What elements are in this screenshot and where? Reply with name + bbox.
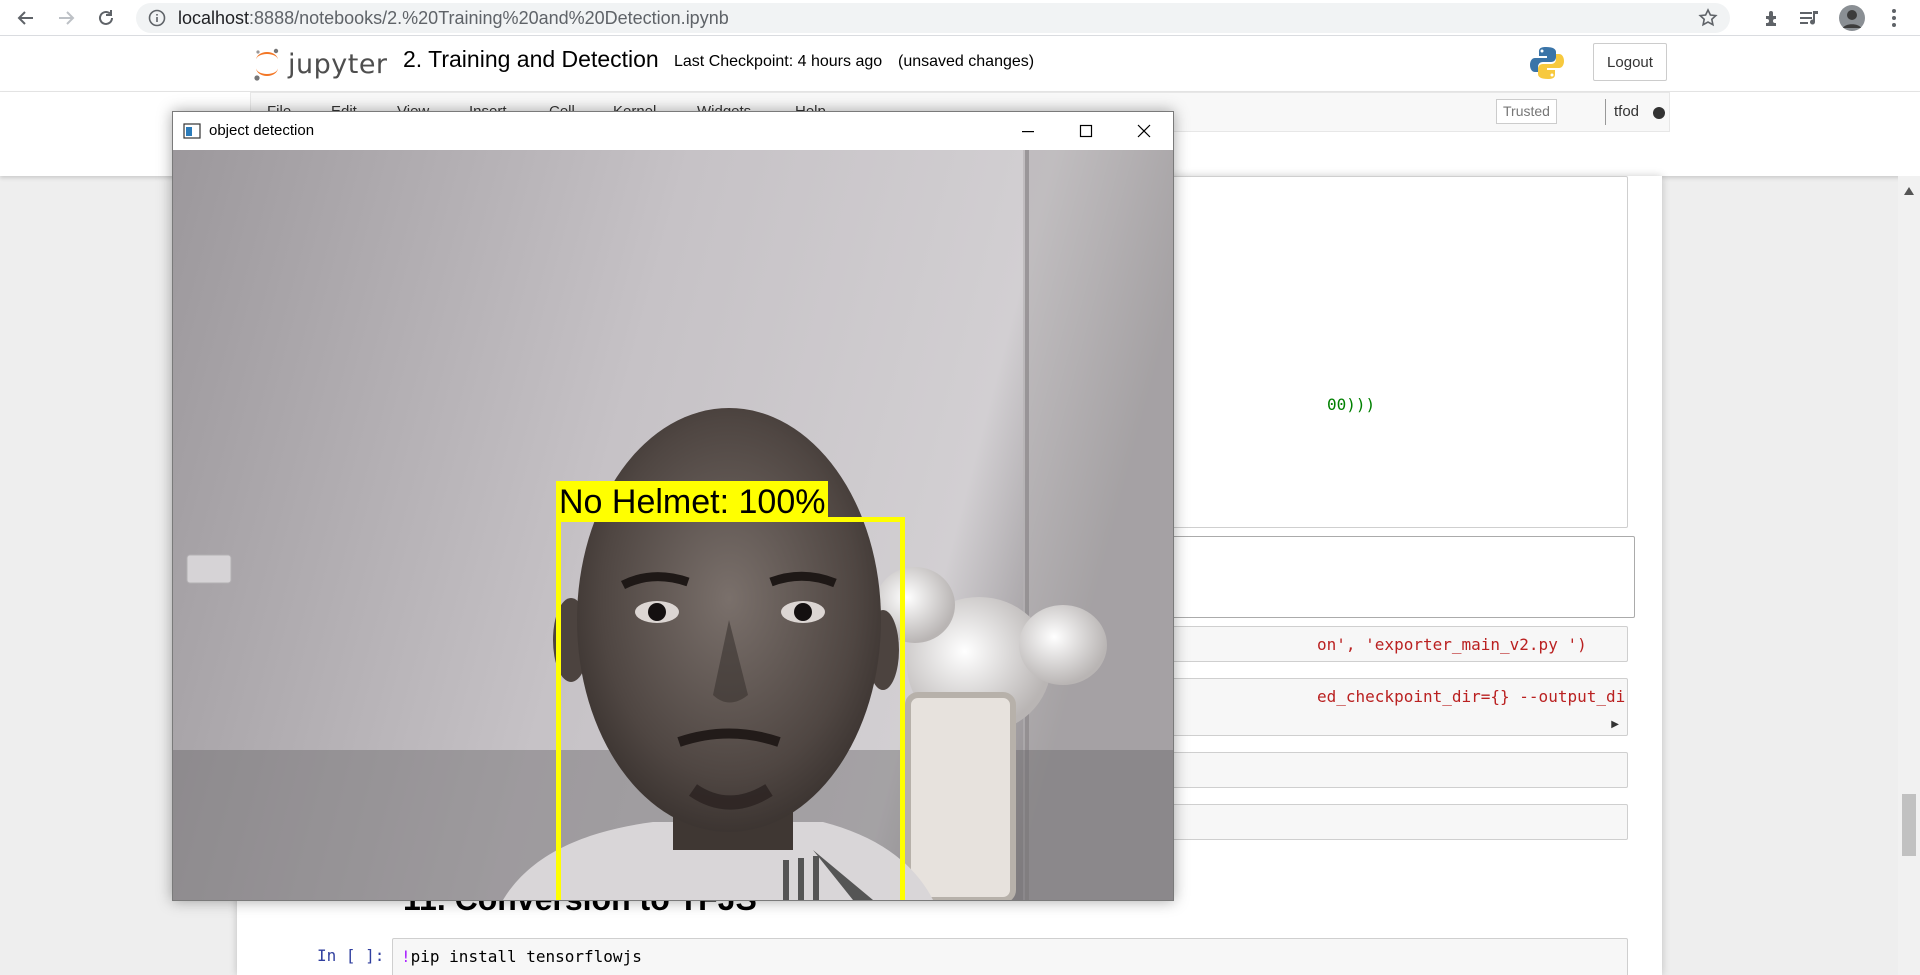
jupyter-logo-text: jupyter: [288, 48, 388, 80]
object-detection-window[interactable]: object detection No Helmet: 100%: [172, 111, 1174, 901]
checkpoint-status: Last Checkpoint: 4 hours ago: [674, 53, 883, 70]
kernel-separator: [1605, 99, 1606, 125]
jupyter-logo-icon: [254, 48, 279, 81]
code-number-fragment: 00))): [1327, 395, 1376, 414]
star-icon[interactable]: [1698, 8, 1718, 33]
unsaved-status: (unsaved changes): [898, 53, 1035, 70]
url-text: localhost:8888/notebooks/2.%20Training%2…: [178, 8, 729, 28]
browser-toolbar: localhost:8888/notebooks/2.%20Training%2…: [0, 0, 1920, 36]
maximize-icon[interactable]: [1057, 112, 1115, 150]
code-line: ed_checkpoint_dir={} --output_directory=…: [1317, 687, 1627, 706]
reload-icon[interactable]: [92, 4, 120, 32]
window-app-icon: [183, 123, 201, 144]
minimize-icon[interactable]: [999, 112, 1057, 150]
kernel-status-icon: [1653, 107, 1665, 119]
code-line: !pip install tensorflowjs: [401, 947, 642, 966]
python-logo-icon: [1528, 44, 1566, 82]
window-title: object detection: [209, 122, 315, 139]
info-icon[interactable]: [148, 9, 166, 32]
back-icon[interactable]: [12, 4, 40, 32]
code-cell-pip[interactable]: !pip install tensorflowjs: [392, 938, 1628, 975]
trusted-indicator[interactable]: Trusted: [1496, 99, 1557, 124]
webcam-frame: No Helmet: 100%: [173, 150, 1173, 900]
kernel-name[interactable]: tfod: [1614, 103, 1639, 120]
cell-prompt: In [ ]:: [317, 946, 385, 965]
page-scrollbar[interactable]: [1898, 176, 1920, 975]
scroll-up-icon[interactable]: [1904, 182, 1914, 200]
jupyter-header: jupyter 2. Training and Detection Last C…: [0, 36, 1920, 92]
window-titlebar[interactable]: object detection: [173, 112, 1173, 150]
profile-avatar[interactable]: [1838, 4, 1866, 32]
logout-button[interactable]: Logout: [1593, 43, 1667, 81]
detection-bounding-box: [556, 517, 905, 900]
media-icon[interactable]: [1796, 4, 1824, 32]
kebab-menu-icon[interactable]: [1880, 4, 1908, 32]
extensions-icon[interactable]: [1758, 4, 1786, 32]
code-line: on', 'exporter_main_v2.py '): [1317, 635, 1587, 654]
code-line: 00))): [1327, 395, 1375, 414]
address-bar[interactable]: localhost:8888/notebooks/2.%20Training%2…: [136, 3, 1730, 33]
scroll-right-icon[interactable]: ▶: [1611, 719, 1619, 730]
scrollbar-thumb[interactable]: [1902, 794, 1916, 856]
close-icon[interactable]: [1115, 112, 1173, 150]
detection-label: No Helmet: 100%: [556, 481, 829, 521]
notebook-title[interactable]: 2. Training and Detection: [403, 46, 659, 73]
jupyter-logo[interactable]: jupyter: [252, 44, 388, 84]
forward-icon[interactable]: [52, 4, 80, 32]
